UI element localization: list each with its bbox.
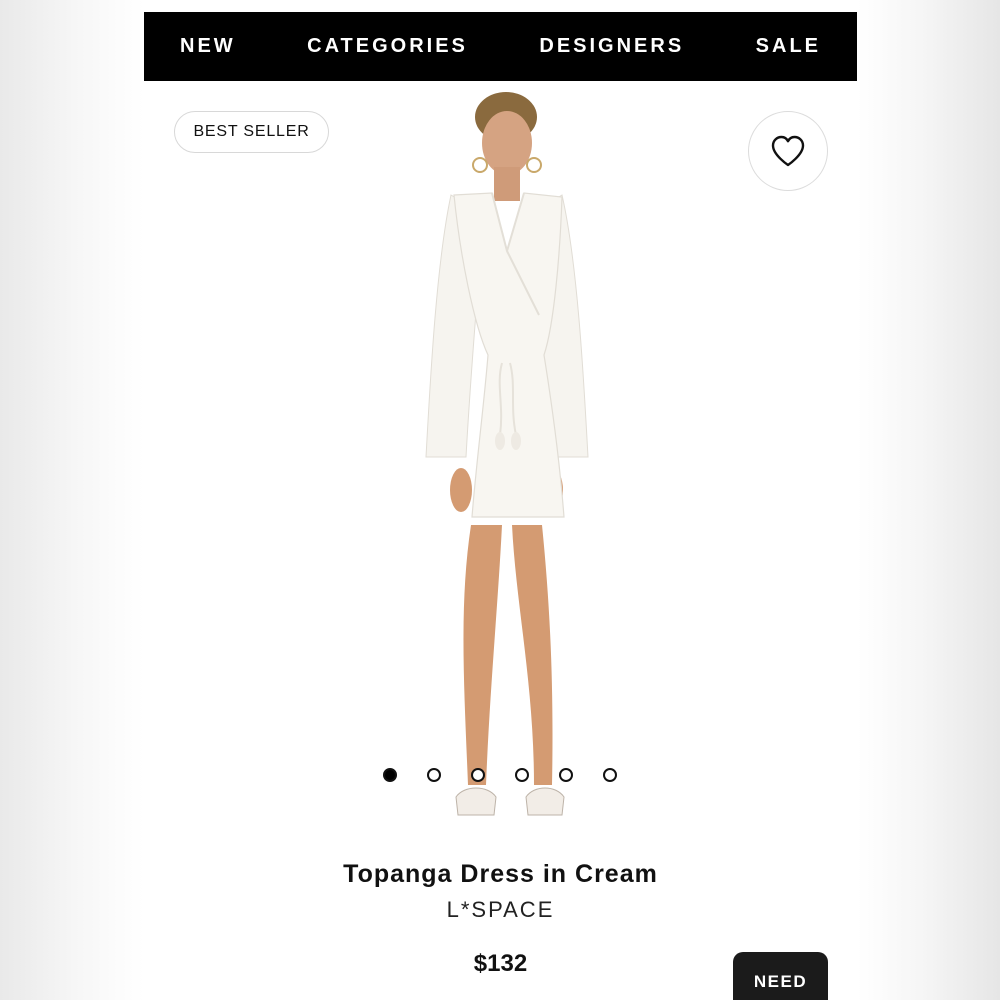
nav-categories[interactable]: CATEGORIES xyxy=(307,35,468,58)
need-button[interactable]: NEED xyxy=(733,952,828,1000)
nav-new[interactable]: NEW xyxy=(180,35,236,58)
carousel-dot[interactable] xyxy=(559,768,573,782)
best-seller-badge: BEST SELLER xyxy=(174,111,329,153)
carousel-dot[interactable] xyxy=(471,768,485,782)
carousel-dot[interactable] xyxy=(383,768,397,782)
product-image xyxy=(425,92,589,816)
product-brand[interactable]: L*SPACE xyxy=(144,897,857,923)
carousel-dot[interactable] xyxy=(603,768,617,782)
nav-sale[interactable]: SALE xyxy=(756,35,821,58)
top-navigation: NEW CATEGORIES DESIGNERS SALE xyxy=(144,12,857,81)
heart-icon xyxy=(771,135,805,167)
nav-designers[interactable]: DESIGNERS xyxy=(539,35,684,58)
image-carousel-indicator xyxy=(383,768,617,782)
product-title: Topanga Dress in Cream xyxy=(343,860,658,888)
app-screen: NEW CATEGORIES DESIGNERS SALE BEST SELLE… xyxy=(144,0,857,1000)
carousel-dot[interactable] xyxy=(515,768,529,782)
favorite-button[interactable] xyxy=(748,111,828,191)
carousel-dot[interactable] xyxy=(427,768,441,782)
